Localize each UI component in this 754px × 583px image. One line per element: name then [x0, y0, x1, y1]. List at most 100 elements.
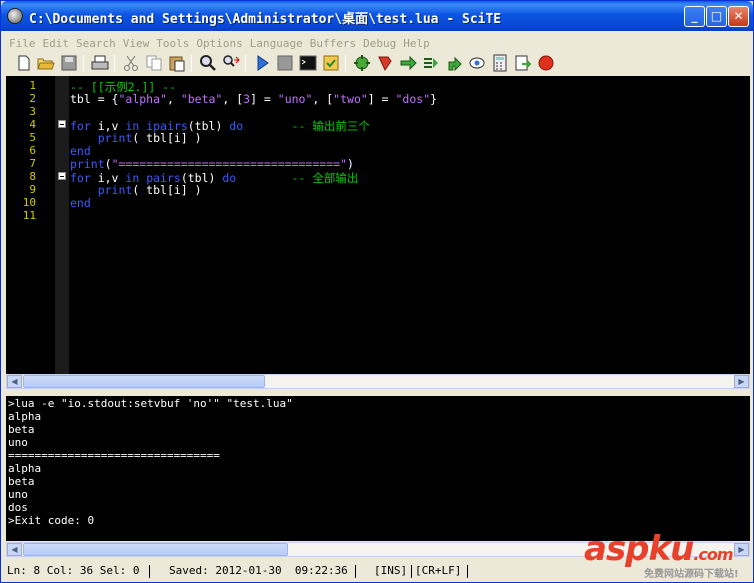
step-icon[interactable]	[422, 54, 440, 72]
replace-icon[interactable]	[222, 54, 240, 72]
line-number: 8	[29, 170, 36, 183]
status-saved: Saved: 2012-01-30 09:22:36	[169, 564, 348, 577]
output-line: beta	[8, 423, 35, 436]
open-icon[interactable]	[37, 54, 55, 72]
scroll-right-icon[interactable]: ▶	[734, 543, 749, 556]
toolbar	[5, 52, 751, 76]
new-icon[interactable]	[15, 54, 33, 72]
code-token: "beta"	[180, 92, 223, 106]
compile-icon[interactable]	[253, 54, 271, 72]
fold-toggle-icon[interactable]	[58, 120, 66, 128]
editor-horizontal-scrollbar[interactable]: ◀ ▶	[6, 374, 750, 389]
output-line: uno	[8, 436, 28, 449]
menu-options[interactable]: Options	[192, 34, 245, 50]
code-token: , [	[312, 92, 334, 106]
cut-icon[interactable]	[122, 54, 140, 72]
line-number: 5	[29, 131, 36, 144]
calculator-icon[interactable]	[491, 54, 509, 72]
close-button[interactable]: ✕	[728, 6, 749, 27]
menu-bar: File Edit Search View Tools Options Language Bu…	[5, 32, 751, 51]
scroll-right-icon[interactable]: ▶	[734, 375, 749, 388]
title-bar[interactable]: C:\Documents and Settings\Administrator\…	[1, 1, 753, 31]
watermark-brand: aspku	[584, 529, 694, 569]
minimize-button[interactable]: _	[684, 6, 705, 27]
code-token: }	[430, 92, 438, 106]
print-icon[interactable]	[91, 54, 109, 72]
find-icon[interactable]	[199, 54, 217, 72]
code-token: end	[70, 144, 91, 158]
scroll-left-icon[interactable]: ◀	[7, 375, 22, 388]
menu-debug[interactable]: Debug	[359, 34, 399, 50]
code-line[interactable]: end	[70, 196, 91, 210]
output-line: >Exit code: 0	[8, 514, 95, 527]
code-token: end	[70, 196, 91, 210]
code-token: ( tbl[i] )	[132, 183, 202, 197]
build-icon[interactable]	[322, 54, 340, 72]
menu-tools[interactable]: Tools	[152, 34, 192, 50]
output-line: alpha	[8, 410, 42, 423]
status-eol: [CR+LF]	[415, 564, 462, 577]
code-token: "two"	[333, 92, 368, 106]
code-line[interactable]: print( tbl[i] )	[70, 183, 202, 197]
menu-edit[interactable]: Edit	[39, 34, 73, 50]
status-mode: [INS]	[374, 564, 408, 577]
output-line: uno	[8, 488, 28, 501]
menu-language[interactable]: Language	[246, 34, 306, 50]
go-icon[interactable]	[353, 54, 371, 72]
debug-icon[interactable]	[376, 54, 394, 72]
line-number: 1	[29, 79, 36, 92]
save-icon[interactable]	[60, 54, 78, 72]
menu-buffers[interactable]: Buffers	[306, 34, 359, 50]
code-token: tbl = {	[70, 92, 119, 106]
output-pane[interactable]: >lua -e "io.stdout:setvbuf 'no'" "test.l…	[6, 396, 750, 541]
code-line[interactable]: print("================================"…	[70, 157, 354, 171]
code-token: print	[97, 183, 133, 197]
output-line: alpha	[8, 462, 42, 475]
code-area[interactable]: -- [[示例2.]] -- tbl = {"alpha", "beta", [3…	[70, 76, 750, 374]
code-token: "================================"	[111, 157, 347, 171]
pane-splitter[interactable]	[6, 390, 750, 395]
code-token: "dos"	[395, 92, 431, 106]
abort-icon[interactable]	[537, 54, 555, 72]
code-token: do	[222, 171, 237, 185]
code-line[interactable]: tbl = {"alpha", "beta", [3] = "uno", ["t…	[70, 92, 437, 106]
code-token: ,	[166, 92, 181, 106]
copy-icon[interactable]	[145, 54, 163, 72]
fold-toggle-icon[interactable]	[58, 172, 66, 180]
export-icon[interactable]	[514, 54, 532, 72]
line-number: 9	[29, 183, 36, 196]
maximize-button[interactable]: □	[706, 6, 727, 27]
next-icon[interactable]	[399, 54, 417, 72]
paste-icon[interactable]	[168, 54, 186, 72]
scroll-left-icon[interactable]: ◀	[7, 543, 22, 556]
watermark-tagline: 免费网站源码下载站!	[644, 569, 739, 580]
scite-app-icon[interactable]	[7, 8, 23, 24]
console-icon[interactable]	[299, 54, 317, 72]
line-number: 10	[22, 196, 36, 209]
code-token: ( tbl[i] )	[132, 131, 202, 145]
code-line[interactable]: print( tbl[i] )	[70, 131, 202, 145]
code-token: "alpha"	[118, 92, 167, 106]
scroll-thumb[interactable]	[23, 543, 288, 556]
line-number: 7	[29, 157, 36, 170]
window-title: C:\Documents and Settings\Administrator\…	[29, 12, 502, 27]
output-line: ================================	[8, 449, 220, 462]
code-token: , [	[222, 92, 244, 106]
stop-icon[interactable]	[276, 54, 294, 72]
code-token: (	[104, 157, 112, 171]
watch-icon[interactable]	[468, 54, 486, 72]
line-number: 2	[29, 92, 36, 105]
menu-file[interactable]: File	[5, 34, 39, 50]
stepout-icon[interactable]	[445, 54, 463, 72]
watermark-logo: aspku.com	[584, 529, 734, 569]
menu-help[interactable]: Help	[399, 34, 433, 50]
scroll-thumb[interactable]	[23, 375, 265, 388]
line-number: 6	[29, 144, 36, 157]
code-line[interactable]: end	[70, 144, 91, 158]
menu-view[interactable]: View	[119, 34, 153, 50]
code-editor[interactable]: 1 2 3 4 5 6 7 8 9 10 11 -- [[示例2.]] -- tbl = {"alph…	[6, 76, 750, 374]
output-line: dos	[8, 501, 28, 514]
menu-search[interactable]: Search	[72, 34, 119, 50]
